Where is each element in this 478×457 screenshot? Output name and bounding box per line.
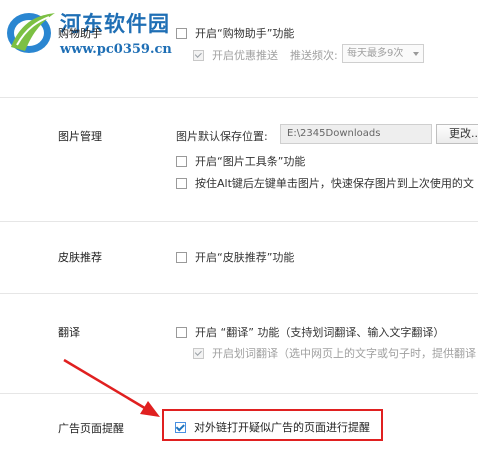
arrow-icon [63, 358, 160, 417]
